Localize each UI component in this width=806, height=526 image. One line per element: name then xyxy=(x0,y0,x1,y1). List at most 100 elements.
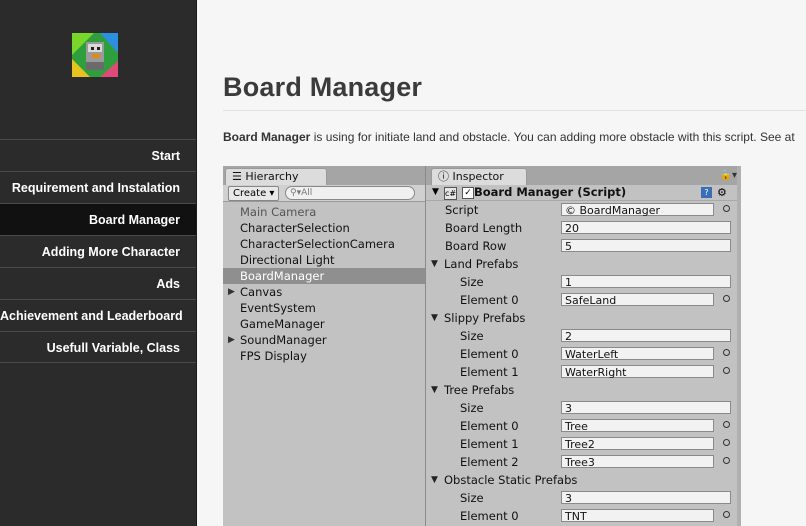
sidebar-item[interactable]: Start xyxy=(0,139,196,171)
property-input[interactable]: 1 xyxy=(561,275,731,289)
property-label: Element 2 xyxy=(460,455,519,469)
foldout-arrow-icon[interactable]: ▶ xyxy=(228,332,235,348)
property-label: Size xyxy=(460,329,484,343)
script-icon: © xyxy=(565,204,580,217)
object-field[interactable]: SafeLand xyxy=(561,293,714,307)
object-field[interactable]: WaterLeft xyxy=(561,347,714,361)
hierarchy-item[interactable]: ▶ SoundManager xyxy=(223,332,425,348)
property-value: 2 xyxy=(565,330,572,343)
foldout-arrow-icon[interactable]: ▼ xyxy=(431,471,438,489)
object-field[interactable]: TNT xyxy=(561,509,714,523)
foldout-arrow-icon[interactable]: ▼ xyxy=(432,185,439,200)
property-input[interactable]: 3 xyxy=(561,401,731,415)
intro-bold: Board Manager xyxy=(223,130,311,144)
inspector-foldout[interactable]: ▼ Slippy Prefabs xyxy=(426,309,741,327)
property-input[interactable]: 2 xyxy=(561,329,731,343)
search-placeholder: All xyxy=(301,188,313,198)
inspector-tab-label: Inspector xyxy=(452,170,504,183)
inspector-property: Element 1 WaterRight xyxy=(426,363,741,381)
object-picker-icon[interactable] xyxy=(723,205,730,212)
property-label: Script xyxy=(445,203,479,217)
object-field[interactable]: © BoardManager xyxy=(561,203,714,217)
object-picker-icon[interactable] xyxy=(723,367,730,374)
property-label: Size xyxy=(460,275,484,289)
object-picker-icon[interactable] xyxy=(723,349,730,356)
gear-icon[interactable]: ⚙ xyxy=(717,185,727,200)
page-title: Board Manager xyxy=(223,72,423,102)
sidebar-item[interactable]: Achievement and Leaderboard xyxy=(0,299,196,331)
inspector-property: Element 1 Tree2 xyxy=(426,435,741,453)
inspector-property: Board Length 20 xyxy=(426,219,741,237)
object-picker-icon[interactable] xyxy=(723,421,730,428)
inspector-foldout[interactable]: ▼ Obstacle Static Prefabs xyxy=(426,471,741,489)
hierarchy-item[interactable]: BoardManager xyxy=(223,268,425,284)
hierarchy-item[interactable]: EventSystem xyxy=(223,300,425,316)
object-picker-icon[interactable] xyxy=(723,439,730,446)
inspector-property: Element 0 Tree xyxy=(426,417,741,435)
object-picker-icon[interactable] xyxy=(723,511,730,518)
property-label: Element 1 xyxy=(460,365,519,379)
hierarchy-item[interactable]: Directional Light xyxy=(223,252,425,268)
component-enabled-checkbox[interactable]: ✓ xyxy=(462,187,474,199)
property-input[interactable]: 5 xyxy=(561,239,731,253)
object-field[interactable]: Tree3 xyxy=(561,455,714,469)
property-label: Element 0 xyxy=(460,509,519,523)
property-input[interactable]: 20 xyxy=(561,221,731,235)
help-icon[interactable]: ? xyxy=(701,187,712,198)
hierarchy-item[interactable]: Main Camera xyxy=(223,204,425,220)
foldout-arrow-icon[interactable]: ▼ xyxy=(431,381,438,399)
hierarchy-item-label: CharacterSelectionCamera xyxy=(240,237,395,251)
inspector-foldout[interactable]: ▼ Tree Prefabs xyxy=(426,381,741,399)
search-icon: ⚲▾ xyxy=(290,188,302,198)
chevron-down-icon: ▾ xyxy=(266,188,275,199)
hierarchy-item[interactable]: GameManager xyxy=(223,316,425,332)
sidebar: Start Requirement and Instalation Board Ma… xyxy=(0,0,197,526)
property-label: Obstacle Static Prefabs xyxy=(444,473,578,487)
script-icon: c# xyxy=(444,187,457,200)
foldout-arrow-icon[interactable]: ▼ xyxy=(431,255,438,273)
inspector-property: Element 2 Tree3 xyxy=(426,453,741,471)
hierarchy-item[interactable]: CharacterSelection xyxy=(223,220,425,236)
object-field[interactable]: Tree2 xyxy=(561,437,714,451)
sidebar-item[interactable]: Board Manager xyxy=(0,203,196,235)
object-picker-icon[interactable] xyxy=(723,295,730,302)
hierarchy-item-label: Main Camera xyxy=(240,205,317,219)
tab-hierarchy[interactable]: ☰ Hierarchy xyxy=(225,168,327,185)
property-label: Tree Prefabs xyxy=(444,383,515,397)
hierarchy-item-label: Directional Light xyxy=(240,253,335,267)
property-value: WaterLeft xyxy=(565,348,619,361)
create-button[interactable]: Create ▾ xyxy=(228,186,280,201)
logo xyxy=(72,33,118,77)
inspector-property: Element 0 TNT xyxy=(426,507,741,525)
foldout-arrow-icon[interactable]: ▼ xyxy=(431,309,438,327)
property-value: WaterRight xyxy=(565,366,627,379)
hierarchy-item[interactable]: ▶ Canvas xyxy=(223,284,425,300)
hierarchy-item[interactable]: FPS Display xyxy=(223,348,425,364)
search-input[interactable]: ⚲▾All xyxy=(285,186,415,200)
property-input[interactable]: 3 xyxy=(561,491,731,505)
sidebar-item[interactable]: Ads xyxy=(0,267,196,299)
inspector-properties: Script © BoardManager Board Length 20 Board … xyxy=(426,201,741,525)
inspector-panel: ⓘ Inspector 🔒▾ ▼ c# ✓ Board Manager (Scr… xyxy=(426,166,741,526)
inspector-property: Element 0 WaterLeft xyxy=(426,345,741,363)
hierarchy-toolbar: Create ▾ ⚲▾All xyxy=(223,185,425,202)
hierarchy-item[interactable]: CharacterSelectionCamera xyxy=(223,236,425,252)
hierarchy-item-label: BoardManager xyxy=(240,269,325,283)
component-title: Board Manager (Script) xyxy=(474,185,627,199)
sidebar-item[interactable]: Requirement and Instalation xyxy=(0,171,196,203)
object-picker-icon[interactable] xyxy=(723,457,730,464)
hierarchy-item-label: CharacterSelection xyxy=(240,221,350,235)
tab-inspector[interactable]: ⓘ Inspector xyxy=(431,168,527,185)
hierarchy-item-label: FPS Display xyxy=(240,349,307,363)
sidebar-item[interactable]: Usefull Variable, Class xyxy=(0,331,196,363)
object-field[interactable]: WaterRight xyxy=(561,365,714,379)
inspector-foldout[interactable]: ▼ Land Prefabs xyxy=(426,255,741,273)
hierarchy-item-label: Canvas xyxy=(240,285,283,299)
lock-icon[interactable]: 🔒▾ xyxy=(720,170,737,181)
foldout-arrow-icon[interactable]: ▶ xyxy=(228,284,235,300)
object-field[interactable]: Tree xyxy=(561,419,714,433)
inspector-property: Size 2 xyxy=(426,327,741,345)
hierarchy-item-label: SoundManager xyxy=(240,333,327,347)
sidebar-item[interactable]: Adding More Character xyxy=(0,235,196,267)
inspector-scrollbar[interactable] xyxy=(737,166,741,526)
